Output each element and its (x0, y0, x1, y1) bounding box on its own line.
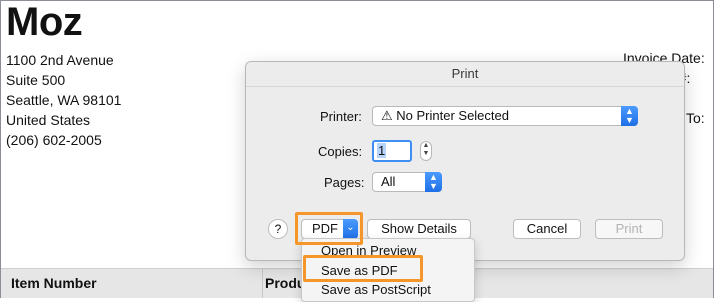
column-header-product: Produ (265, 275, 306, 291)
dialog-title: Print (246, 62, 684, 87)
copies-input[interactable]: 1 (372, 140, 412, 162)
copies-label: Copies: (318, 144, 363, 159)
pages-select[interactable]: All ▲ ▼ (372, 172, 442, 192)
address-phone: (206) 602-2005 (6, 132, 102, 148)
print-button[interactable]: Print (595, 219, 663, 239)
printer-select[interactable]: ⚠ No Printer Selected ▲ ▼ (372, 106, 638, 126)
chevron-up-icon: ▲ (422, 142, 430, 149)
printer-label: Printer: (320, 109, 362, 124)
chevron-updown-icon: ▲ ▼ (425, 172, 442, 192)
help-button[interactable]: ? (268, 219, 288, 239)
chevron-down-icon: ⌄ (343, 219, 358, 239)
copies-value: 1 (377, 143, 387, 158)
menu-item-save-as-pdf[interactable]: Save as PDF (321, 263, 398, 278)
pages-label: Pages: (324, 175, 365, 190)
column-divider (262, 269, 263, 298)
menu-item-save-as-postscript[interactable]: Save as PostScript (321, 282, 431, 297)
pdf-button-label: PDF (312, 221, 338, 236)
invoice-to-label: To: (686, 110, 705, 126)
chevron-updown-icon: ▲ ▼ (621, 106, 638, 126)
address-line: United States (6, 112, 91, 128)
column-header-item-number: Item Number (11, 275, 97, 291)
printer-select-value: ⚠ No Printer Selected (381, 108, 509, 123)
pdf-dropdown-menu: Open in Preview Save as PDF Save as Post… (301, 238, 475, 302)
chevron-down-icon: ▼ (422, 150, 430, 157)
copies-stepper[interactable]: ▲ ▼ (420, 141, 432, 161)
company-address: 1100 2nd Avenue Suite 500 Seattle, WA 98… (6, 50, 121, 150)
pages-select-value: All (381, 174, 396, 189)
cancel-button[interactable]: Cancel (513, 219, 581, 239)
print-dialog: Print Printer: ⚠ No Printer Selected ▲ ▼ … (245, 61, 685, 261)
company-logo: Moz (6, 0, 83, 44)
pdf-menu-button[interactable]: PDF ⌄ (301, 219, 358, 239)
show-details-button[interactable]: Show Details (367, 219, 471, 239)
address-line: Suite 500 (6, 72, 66, 88)
address-line: Seattle, WA 98101 (6, 92, 122, 108)
address-line: 1100 2nd Avenue (6, 52, 114, 68)
menu-item-open-in-preview[interactable]: Open in Preview (321, 243, 416, 258)
